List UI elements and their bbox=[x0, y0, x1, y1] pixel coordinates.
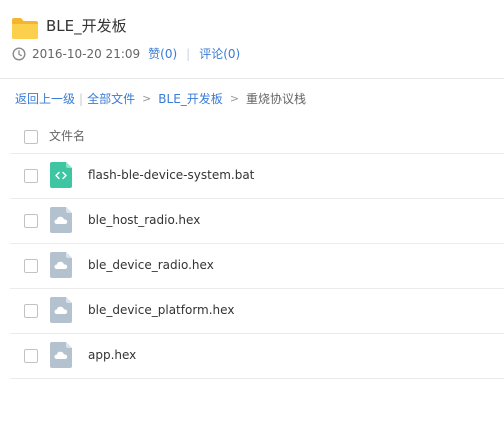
script-file-icon bbox=[50, 162, 72, 188]
like-link[interactable]: 赞(0) bbox=[148, 45, 177, 63]
file-checkbox[interactable] bbox=[24, 214, 38, 228]
file-checkbox[interactable] bbox=[24, 259, 38, 273]
file-list: 文件名 flash-ble-device-system.bat ble_host… bbox=[10, 120, 504, 379]
file-browser-page: BLE_开发板 2016-10-20 21:09 赞(0) | 评论(0) 返回… bbox=[0, 0, 504, 424]
generic-file-icon bbox=[50, 207, 72, 233]
timestamp: 2016-10-20 21:09 bbox=[32, 47, 141, 61]
meta-divider: | bbox=[186, 47, 191, 61]
breadcrumb-divider: | bbox=[79, 92, 84, 106]
file-row[interactable]: app.hex bbox=[10, 334, 504, 379]
file-name[interactable]: ble_host_radio.hex bbox=[88, 212, 200, 229]
select-all-checkbox[interactable] bbox=[24, 130, 38, 144]
breadcrumb: 返回上一级 | 全部文件 > BLE_开发板 > 重烧协议栈 bbox=[15, 90, 306, 108]
comment-link[interactable]: 评论(0) bbox=[199, 45, 240, 63]
file-name[interactable]: ble_device_radio.hex bbox=[88, 257, 214, 274]
breadcrumb-arrow: > bbox=[142, 92, 152, 105]
file-name[interactable]: app.hex bbox=[88, 347, 136, 364]
folder-icon bbox=[12, 18, 38, 39]
file-row[interactable]: ble_host_radio.hex bbox=[10, 199, 504, 244]
page-title: BLE_开发板 bbox=[46, 17, 127, 35]
folder-meta: 2016-10-20 21:09 赞(0) | 评论(0) bbox=[12, 45, 240, 63]
file-checkbox[interactable] bbox=[24, 349, 38, 363]
file-name[interactable]: ble_device_platform.hex bbox=[88, 302, 234, 319]
generic-file-icon bbox=[50, 252, 72, 278]
parent-folder-link[interactable]: BLE_开发板 bbox=[158, 90, 223, 108]
list-header: 文件名 bbox=[10, 120, 504, 154]
file-row[interactable]: ble_device_radio.hex bbox=[10, 244, 504, 289]
folder-header: BLE_开发板 2016-10-20 21:09 赞(0) | 评论(0) bbox=[0, 0, 504, 78]
all-files-link[interactable]: 全部文件 bbox=[87, 90, 135, 108]
file-checkbox[interactable] bbox=[24, 169, 38, 183]
back-link[interactable]: 返回上一级 bbox=[15, 90, 75, 108]
breadcrumb-arrow: > bbox=[229, 92, 240, 105]
file-row[interactable]: ble_device_platform.hex bbox=[10, 289, 504, 334]
file-row[interactable]: flash-ble-device-system.bat bbox=[10, 154, 504, 199]
generic-file-icon bbox=[50, 342, 72, 368]
header-divider bbox=[0, 78, 504, 79]
clock-icon bbox=[12, 47, 26, 61]
file-checkbox[interactable] bbox=[24, 304, 38, 318]
file-name[interactable]: flash-ble-device-system.bat bbox=[88, 167, 254, 184]
column-header-filename: 文件名 bbox=[49, 129, 86, 143]
generic-file-icon bbox=[50, 297, 72, 323]
current-folder: 重烧协议栈 bbox=[246, 92, 307, 106]
